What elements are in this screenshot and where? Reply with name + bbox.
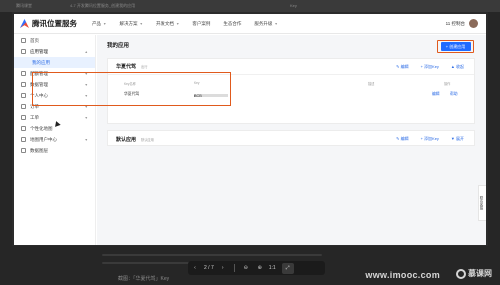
brand-logo-icon bbox=[456, 268, 466, 279]
expand-button[interactable]: ▼ 展开 bbox=[451, 136, 464, 142]
ticket-icon bbox=[21, 115, 26, 120]
card-actions: ✎ 编辑 + 添加Key ▼ 展开 bbox=[384, 136, 464, 142]
page-title: 我的应用 bbox=[107, 43, 130, 49]
sidebar: 首页 应用管理 ▲ 我的应用 配额管理 ▼ 数据管理 ▼ 个人中心 ▼ 订单 ▼ 工单 ▼ … bbox=[14, 35, 96, 245]
bg-tab-3: Key bbox=[290, 3, 297, 8]
main-content: 我的应用 + 创建应用 华夏代驾 出行 ✎ 编辑 + 添加Key ▲ 收起 Ke… bbox=[97, 35, 486, 245]
create-button-highlight: + 创建应用 bbox=[437, 40, 474, 53]
sidebar-item-app-management[interactable]: 应用管理 ▲ bbox=[14, 46, 95, 57]
layer-icon bbox=[21, 148, 26, 153]
console-link[interactable]: 11 控制台 bbox=[446, 21, 465, 27]
home-icon bbox=[21, 38, 26, 43]
edit-app-button[interactable]: ✎ 编辑 bbox=[396, 64, 408, 70]
chevron-down-icon: ▼ bbox=[175, 21, 180, 26]
bg-line bbox=[102, 254, 322, 256]
chevron-down-icon: ▼ bbox=[139, 21, 143, 26]
app-header: 腾讯位置服务 产品 ▼ 解决方案 ▼ 开发文档 ▼ 客户案例 生态合作 服务升级 ▼ 1… bbox=[14, 14, 486, 34]
expand-icon[interactable]: ⤢ bbox=[281, 262, 294, 274]
nav-item-docs[interactable]: 开发文档 ▼ bbox=[156, 21, 179, 27]
order-icon bbox=[21, 104, 26, 109]
chevron-down-icon: ▼ bbox=[84, 115, 88, 120]
add-key-button[interactable]: + 添加Key bbox=[421, 136, 439, 142]
watermark-url: www.imooc.com bbox=[365, 270, 440, 280]
logo[interactable]: 腾讯位置服务 bbox=[20, 18, 92, 29]
quota-icon bbox=[21, 71, 26, 76]
nav-item-ecosystem[interactable]: 生态合作 bbox=[223, 21, 241, 27]
customer-service-tab[interactable]: 联系客服 bbox=[478, 185, 486, 221]
bg-tab-1: 腾讯课堂 bbox=[16, 3, 32, 8]
col-actions: 操作 bbox=[444, 82, 451, 86]
background-tab-bar: 腾讯课堂 4-7 开发腾讯位置服务_创建我的应用 Key bbox=[0, 0, 500, 12]
background-left bbox=[0, 12, 12, 285]
data-icon bbox=[21, 82, 26, 87]
card-actions: ✎ 编辑 + 添加Key ▲ 收起 bbox=[384, 64, 464, 70]
page-indicator: 2 / 7 bbox=[204, 265, 214, 271]
background-caption: 截图：「华夏代驾」Key bbox=[118, 276, 170, 282]
collapse-button[interactable]: ▲ 收起 bbox=[451, 64, 464, 70]
key-highlight-box bbox=[32, 72, 231, 106]
chevron-down-icon: ▼ bbox=[103, 21, 107, 26]
nav-item-products[interactable]: 产品 ▼ bbox=[92, 21, 106, 27]
zoom-out-icon[interactable]: ⊖ bbox=[239, 261, 253, 275]
avatar[interactable] bbox=[469, 19, 478, 28]
user-menu[interactable]: 11 控制台 bbox=[446, 19, 478, 28]
divider bbox=[233, 264, 235, 272]
chevron-down-icon: ▼ bbox=[274, 21, 278, 26]
nav-item-solutions[interactable]: 解决方案 ▼ bbox=[119, 21, 142, 27]
create-app-button[interactable]: + 创建应用 bbox=[440, 42, 471, 51]
chevron-up-icon: ▲ bbox=[84, 49, 88, 54]
sidebar-item-my-apps[interactable]: 我的应用 bbox=[14, 57, 95, 68]
add-key-button[interactable]: + 添加Key bbox=[421, 64, 439, 70]
app-icon bbox=[21, 49, 26, 54]
col-description: 描述 bbox=[368, 82, 375, 86]
image-viewer-screenshot: 腾讯位置服务 产品 ▼ 解决方案 ▼ 开发文档 ▼ 客户案例 生态合作 服务升级 ▼ 1… bbox=[14, 14, 486, 245]
logo-text: 腾讯位置服务 bbox=[32, 19, 77, 28]
sidebar-item-data-layer[interactable]: 数据图层 bbox=[14, 145, 95, 156]
app-tag: 默认应用 bbox=[141, 137, 154, 142]
nav-item-cases[interactable]: 客户案例 bbox=[192, 21, 210, 27]
app-title: 华夏代驾 bbox=[116, 64, 137, 70]
chevron-down-icon: ▼ bbox=[84, 137, 88, 142]
nav-item-upgrade[interactable]: 服务升级 ▼ bbox=[254, 21, 277, 27]
edit-app-button[interactable]: ✎ 编辑 bbox=[396, 136, 408, 142]
zoom-in-icon[interactable]: ⊕ bbox=[253, 261, 267, 275]
app-card-default: 默认应用 默认应用 ✎ 编辑 + 添加Key ▼ 展开 bbox=[107, 130, 475, 146]
sidebar-item-map-user-center[interactable]: 地图用户中心 ▼ bbox=[14, 134, 95, 145]
zoom-level[interactable]: 1:1 bbox=[269, 265, 276, 271]
top-nav: 产品 ▼ 解决方案 ▼ 开发文档 ▼ 客户案例 生态合作 服务升级 ▼ bbox=[92, 21, 291, 27]
background-right bbox=[488, 12, 500, 285]
map-icon bbox=[21, 126, 26, 131]
next-page-icon[interactable]: › bbox=[216, 261, 230, 275]
logo-icon bbox=[20, 19, 29, 28]
app-title: 默认应用 bbox=[116, 136, 137, 143]
sidebar-item-home[interactable]: 首页 bbox=[14, 35, 95, 46]
card-header: 默认应用 默认应用 ✎ 编辑 + 添加Key ▼ 展开 bbox=[108, 131, 474, 147]
help-link[interactable]: 帮助 bbox=[450, 92, 458, 97]
viewer-toolbar: ‹ 2 / 7 › ⊖ ⊕ 1:1 ⤢ bbox=[188, 261, 325, 275]
map-user-icon bbox=[21, 137, 26, 142]
app-tag: 出行 bbox=[141, 65, 148, 69]
prev-page-icon[interactable]: ‹ bbox=[188, 261, 202, 275]
edit-key-link[interactable]: 编辑 bbox=[432, 92, 440, 97]
user-icon bbox=[21, 93, 26, 98]
bg-tab-2: 4-7 开发腾讯位置服务_创建我的应用 bbox=[70, 3, 136, 8]
brand-watermark: 慕课网 bbox=[456, 268, 492, 279]
